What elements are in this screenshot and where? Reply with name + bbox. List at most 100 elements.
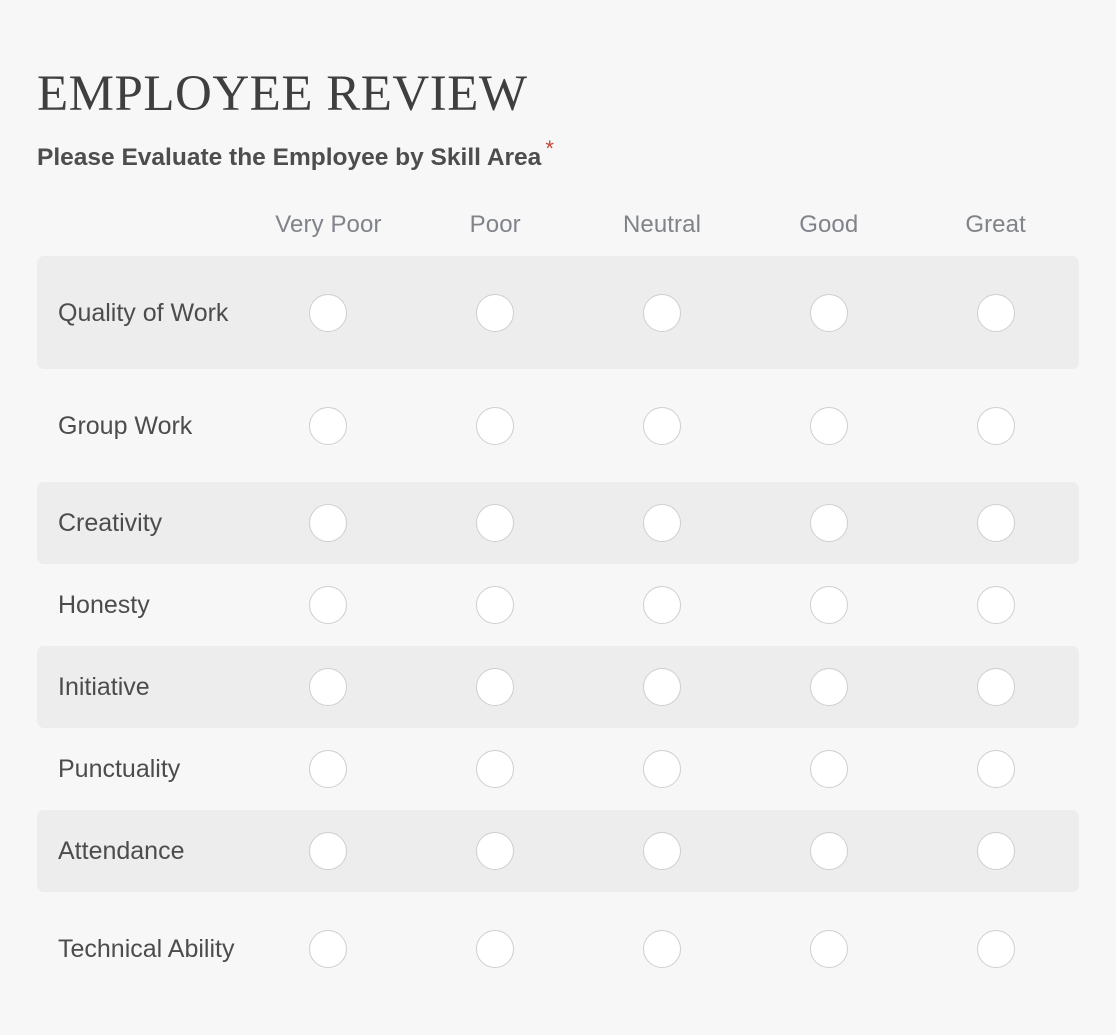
matrix-row-quality-of-work: Quality of Work <box>37 256 1079 369</box>
radio-cell-attendance-poor[interactable] <box>412 832 579 870</box>
radio-cell-honesty-very-poor[interactable] <box>245 586 412 624</box>
radio-creativity-poor[interactable] <box>476 504 515 542</box>
radio-honesty-good[interactable] <box>809 586 848 624</box>
radio-technical-ability-poor[interactable] <box>476 929 515 968</box>
radio-quality-of-work-neutral[interactable] <box>642 293 681 332</box>
radio-cell-group-work-great[interactable] <box>912 406 1079 445</box>
radio-creativity-good[interactable] <box>809 504 848 542</box>
column-header-great: Great <box>965 211 1026 238</box>
radio-honesty-very-poor[interactable] <box>309 586 348 624</box>
radio-cell-group-work-poor[interactable] <box>412 406 579 445</box>
matrix-rows: Quality of Work Group Work Creativity Hones… <box>37 256 1079 1005</box>
column-header-good: Good <box>799 211 859 238</box>
question-label: Please Evaluate the Employee by Skill Ar… <box>37 138 554 175</box>
radio-honesty-great[interactable] <box>976 586 1015 624</box>
radio-cell-quality-of-work-great[interactable] <box>912 293 1079 332</box>
radio-cell-punctuality-very-poor[interactable] <box>245 750 412 788</box>
radio-initiative-neutral[interactable] <box>642 668 681 706</box>
row-label-honesty: Honesty <box>58 591 150 619</box>
radio-cell-group-work-very-poor[interactable] <box>245 406 412 445</box>
radio-punctuality-neutral[interactable] <box>642 750 681 788</box>
radio-cell-punctuality-poor[interactable] <box>412 750 579 788</box>
radio-attendance-great[interactable] <box>976 832 1015 870</box>
radio-cell-quality-of-work-good[interactable] <box>745 293 912 332</box>
radio-cell-attendance-neutral[interactable] <box>579 832 746 870</box>
radio-punctuality-very-poor[interactable] <box>309 750 348 788</box>
radio-cell-honesty-poor[interactable] <box>412 586 579 624</box>
radio-cell-initiative-very-poor[interactable] <box>245 668 412 706</box>
radio-initiative-poor[interactable] <box>476 668 515 706</box>
radio-cell-attendance-good[interactable] <box>745 832 912 870</box>
radio-cell-quality-of-work-poor[interactable] <box>412 293 579 332</box>
matrix-row-honesty: Honesty <box>37 564 1079 646</box>
radio-attendance-poor[interactable] <box>476 832 515 870</box>
radio-cell-punctuality-great[interactable] <box>912 750 1079 788</box>
radio-honesty-poor[interactable] <box>476 586 515 624</box>
radio-initiative-great[interactable] <box>976 668 1015 706</box>
page-title: EMPLOYEE REVIEW <box>37 66 528 123</box>
matrix-row-attendance: Attendance <box>37 810 1079 892</box>
radio-attendance-good[interactable] <box>809 832 848 870</box>
radio-group-work-neutral[interactable] <box>642 406 681 445</box>
radio-cell-initiative-poor[interactable] <box>412 668 579 706</box>
row-label-group-work: Group Work <box>58 411 193 440</box>
matrix-row-punctuality: Punctuality <box>37 728 1079 810</box>
radio-cell-creativity-neutral[interactable] <box>579 504 746 542</box>
radio-cell-creativity-great[interactable] <box>912 504 1079 542</box>
radio-cell-creativity-very-poor[interactable] <box>245 504 412 542</box>
radio-cell-creativity-poor[interactable] <box>412 504 579 542</box>
radio-quality-of-work-great[interactable] <box>976 293 1015 332</box>
radio-cell-technical-ability-neutral[interactable] <box>579 929 746 968</box>
radio-group-work-poor[interactable] <box>476 406 515 445</box>
radio-creativity-very-poor[interactable] <box>309 504 348 542</box>
matrix-column-headers: Very Poor Poor Neutral Good Great <box>37 196 1079 240</box>
radio-cell-quality-of-work-neutral[interactable] <box>579 293 746 332</box>
radio-cell-technical-ability-great[interactable] <box>912 929 1079 968</box>
radio-attendance-very-poor[interactable] <box>309 832 348 870</box>
radio-group-work-very-poor[interactable] <box>309 406 348 445</box>
radio-cell-technical-ability-very-poor[interactable] <box>245 929 412 968</box>
rating-matrix: Very Poor Poor Neutral Good Great Qualit… <box>37 196 1079 1005</box>
radio-group-work-great[interactable] <box>976 406 1015 445</box>
employee-review-form: EMPLOYEE REVIEW Please Evaluate the Empl… <box>0 0 1116 1035</box>
matrix-row-initiative: Initiative <box>37 646 1079 728</box>
row-label-technical-ability: Technical Ability <box>58 934 235 963</box>
radio-cell-punctuality-good[interactable] <box>745 750 912 788</box>
radio-cell-honesty-great[interactable] <box>912 586 1079 624</box>
radio-quality-of-work-good[interactable] <box>809 293 848 332</box>
radio-technical-ability-very-poor[interactable] <box>309 929 348 968</box>
radio-group-work-good[interactable] <box>809 406 848 445</box>
radio-creativity-great[interactable] <box>976 504 1015 542</box>
radio-cell-group-work-neutral[interactable] <box>579 406 746 445</box>
radio-technical-ability-good[interactable] <box>809 929 848 968</box>
radio-quality-of-work-very-poor[interactable] <box>309 293 348 332</box>
radio-cell-honesty-good[interactable] <box>745 586 912 624</box>
radio-cell-technical-ability-good[interactable] <box>745 929 912 968</box>
matrix-row-technical-ability: Technical Ability <box>37 892 1079 1005</box>
column-header-very-poor: Very Poor <box>275 211 382 238</box>
radio-cell-initiative-good[interactable] <box>745 668 912 706</box>
radio-cell-attendance-great[interactable] <box>912 832 1079 870</box>
radio-initiative-good[interactable] <box>809 668 848 706</box>
radio-cell-attendance-very-poor[interactable] <box>245 832 412 870</box>
radio-cell-punctuality-neutral[interactable] <box>579 750 746 788</box>
radio-cell-technical-ability-poor[interactable] <box>412 929 579 968</box>
row-label-punctuality: Punctuality <box>58 755 181 783</box>
radio-initiative-very-poor[interactable] <box>309 668 348 706</box>
radio-cell-group-work-good[interactable] <box>745 406 912 445</box>
radio-creativity-neutral[interactable] <box>642 504 681 542</box>
radio-punctuality-great[interactable] <box>976 750 1015 788</box>
row-label-initiative: Initiative <box>58 673 150 701</box>
radio-attendance-neutral[interactable] <box>642 832 681 870</box>
radio-technical-ability-neutral[interactable] <box>642 929 681 968</box>
radio-punctuality-good[interactable] <box>809 750 848 788</box>
radio-cell-initiative-neutral[interactable] <box>579 668 746 706</box>
radio-punctuality-poor[interactable] <box>476 750 515 788</box>
radio-cell-creativity-good[interactable] <box>745 504 912 542</box>
radio-technical-ability-great[interactable] <box>976 929 1015 968</box>
radio-cell-honesty-neutral[interactable] <box>579 586 746 624</box>
radio-cell-initiative-great[interactable] <box>912 668 1079 706</box>
radio-cell-quality-of-work-very-poor[interactable] <box>245 293 412 332</box>
radio-quality-of-work-poor[interactable] <box>476 293 515 332</box>
radio-honesty-neutral[interactable] <box>642 586 681 624</box>
